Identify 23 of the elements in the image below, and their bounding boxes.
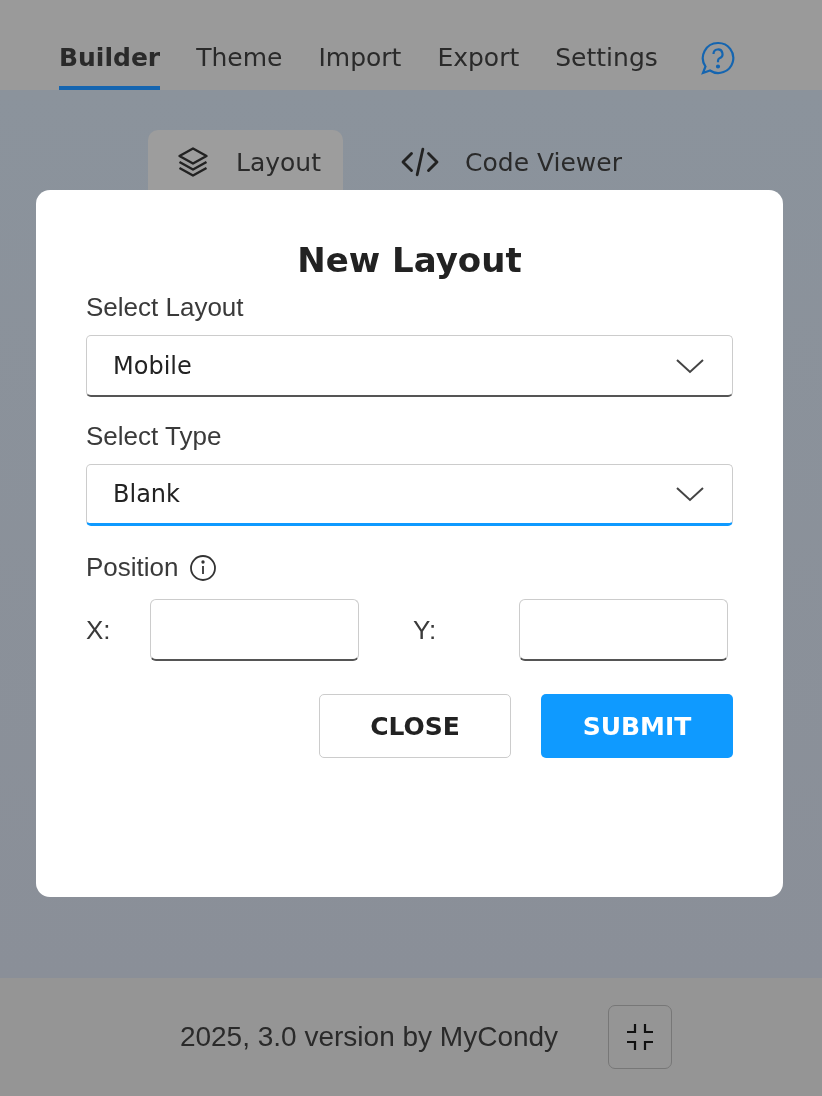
nav-tab[interactable]: Import (318, 43, 402, 90)
nav-tab[interactable]: Export (437, 43, 520, 90)
info-icon (188, 553, 217, 582)
nav-tab[interactable]: Theme (196, 43, 283, 90)
close-button[interactable]: CLOSE (319, 694, 511, 758)
field-label: Y: (413, 614, 438, 646)
collapse-icon (625, 1022, 656, 1052)
nav-tab[interactable]: Settings (555, 43, 658, 90)
select-dropdown[interactable]: Mobile (86, 335, 733, 397)
dialog-title: New Layout (296, 240, 523, 280)
view-tab[interactable]: Code Viewer (373, 130, 644, 220)
chevron-down-icon (676, 486, 704, 502)
chevron-down-icon (676, 357, 704, 374)
submit-button[interactable]: SUBMIT (541, 694, 733, 758)
select-dropdown[interactable]: Blank (86, 464, 733, 526)
field-label: Position (86, 552, 179, 583)
collapse-button[interactable] (608, 1005, 673, 1069)
field-label: Select Type (86, 421, 222, 452)
input-field[interactable] (519, 599, 728, 661)
input-field[interactable] (150, 599, 359, 661)
field-label: Select Layout (86, 292, 244, 323)
field-label: X: (86, 614, 112, 646)
footer-text: 2025, 3.0 version by MyCondy (179, 1021, 559, 1053)
